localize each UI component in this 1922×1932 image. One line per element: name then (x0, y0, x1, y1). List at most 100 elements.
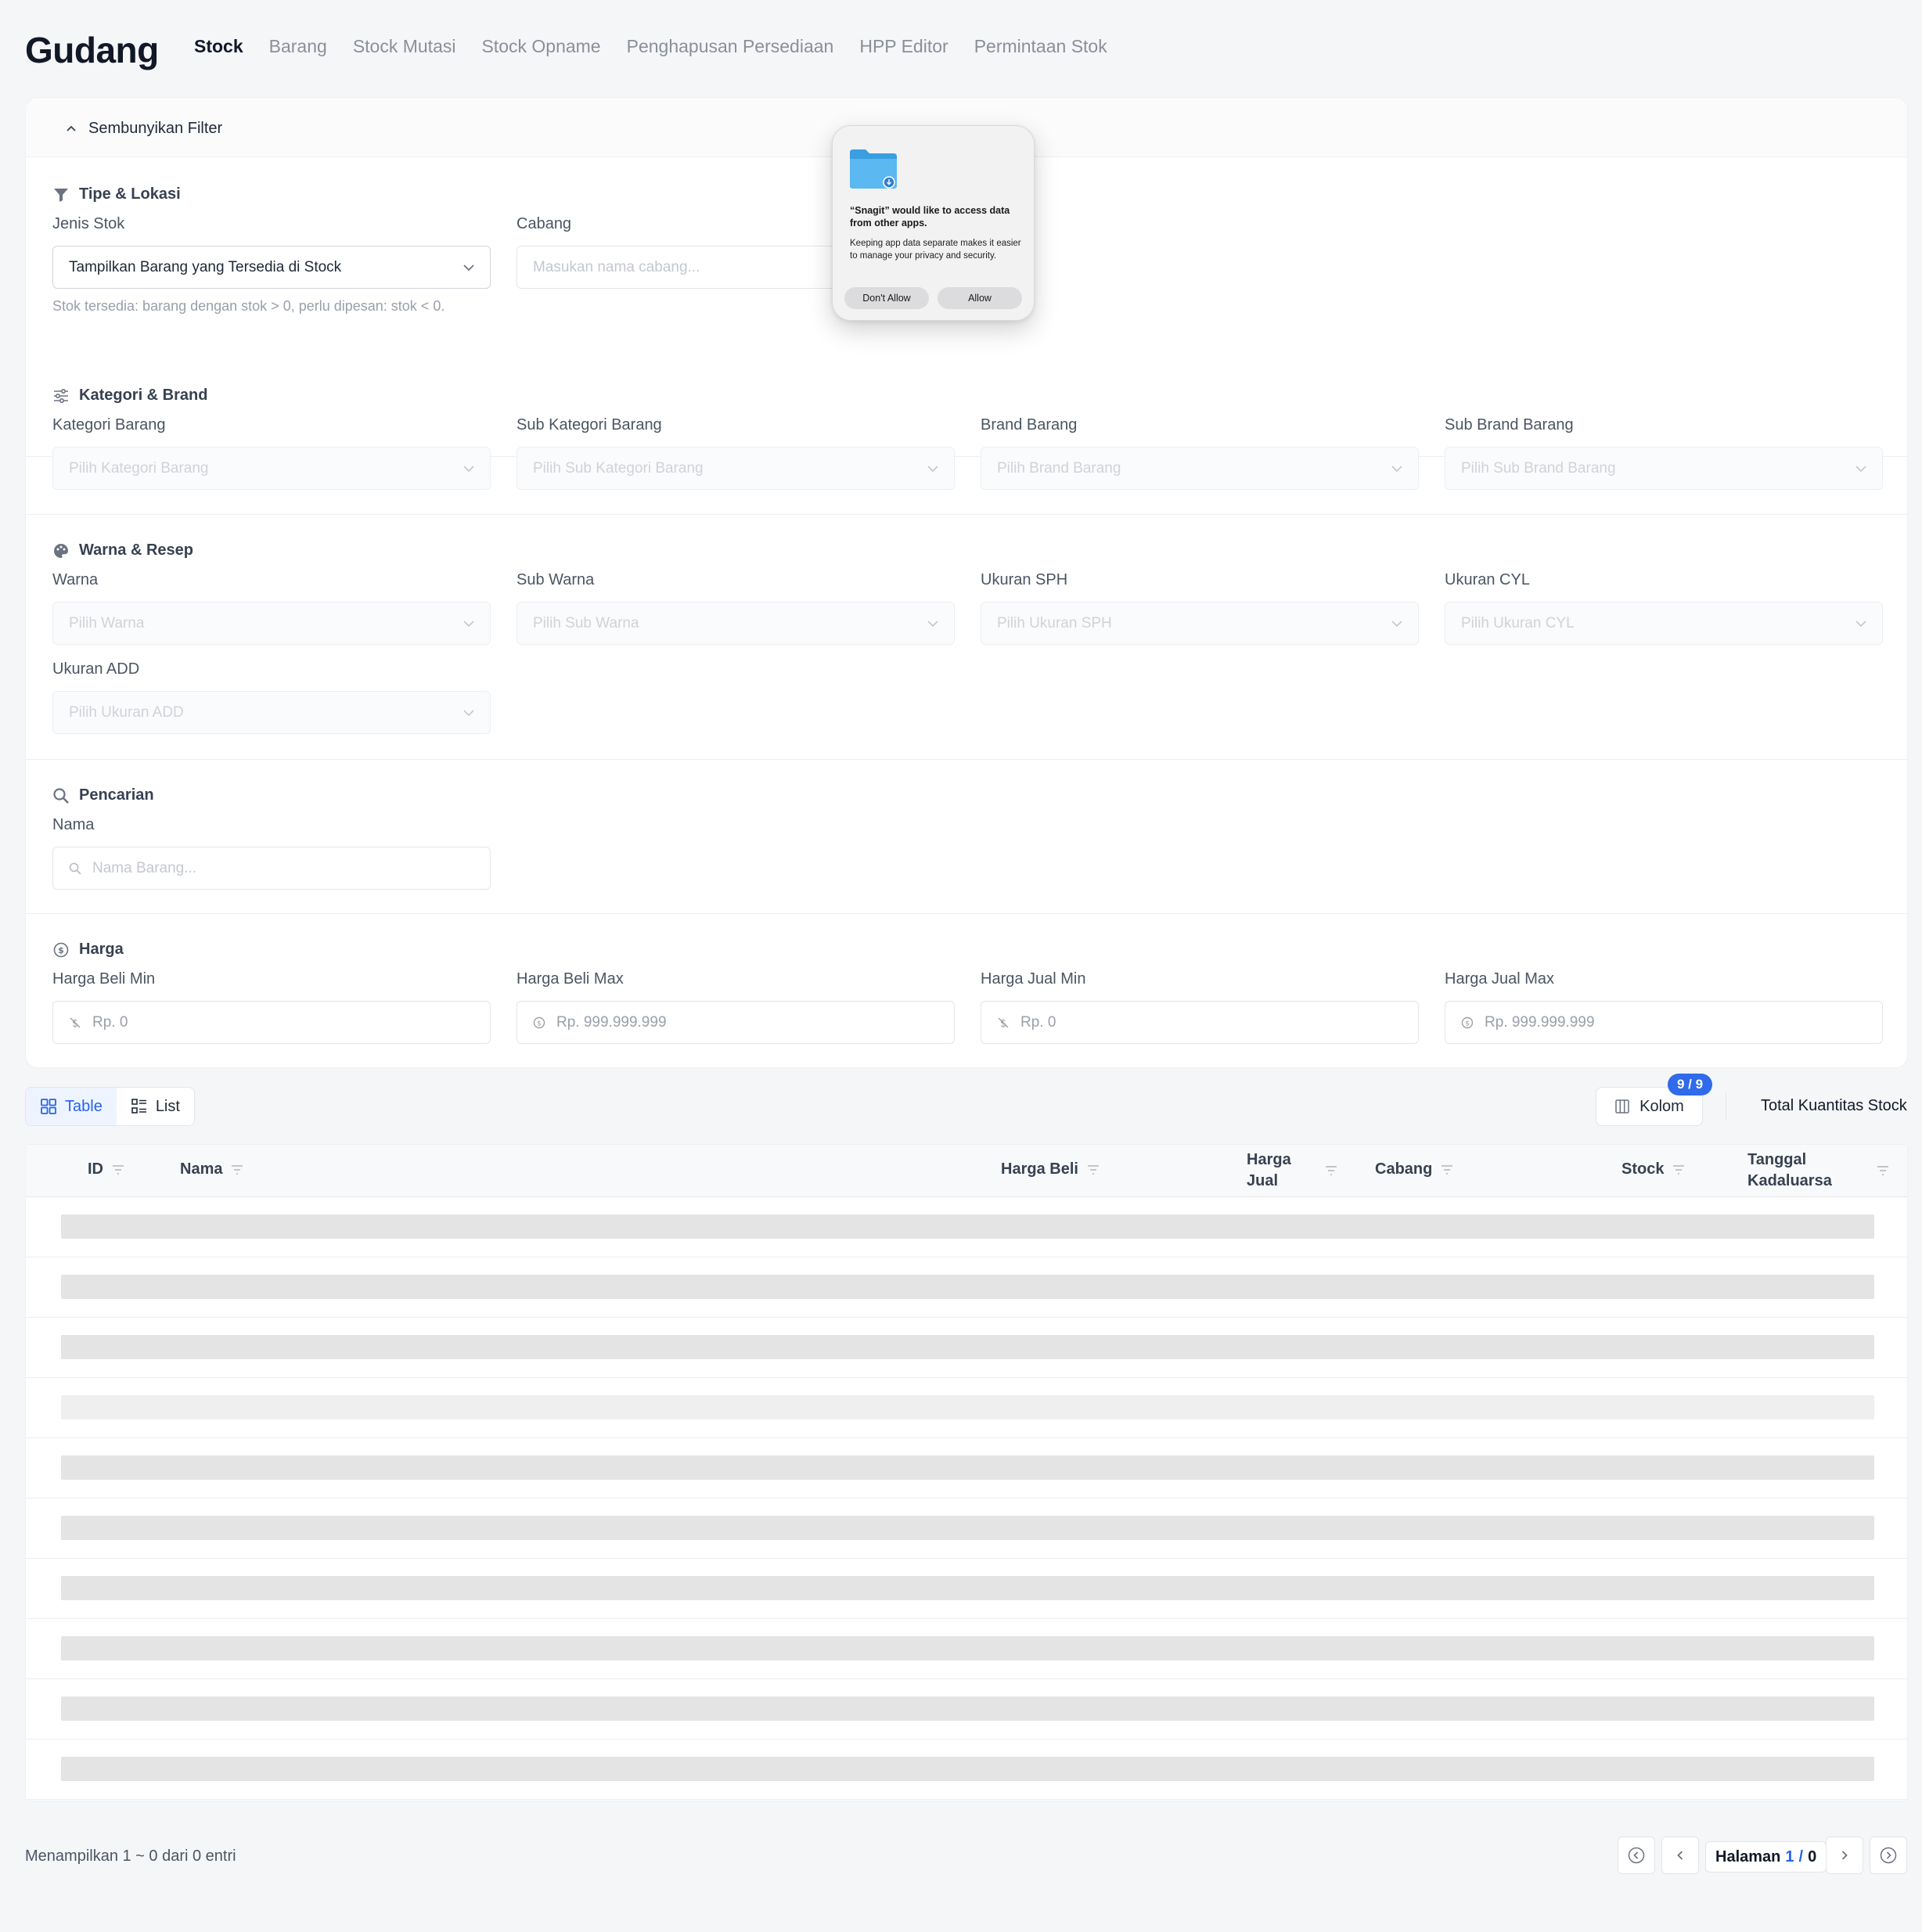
jenis-stok-select[interactable]: Tampilkan Barang yang Tersedia di Stock (52, 246, 491, 289)
loading-skeleton (61, 1275, 1874, 1299)
harga-jual-max-placeholder: Rp. 999.999.999 (1485, 1013, 1595, 1031)
harga-beli-max-input[interactable]: $ Rp. 999.999.999 (516, 1001, 955, 1044)
table-row (26, 1318, 1907, 1378)
section-harga: $ Harga Harga Beli Min $ Rp. 0 Harga Bel… (26, 914, 1907, 1069)
section-title-tipe: Tipe & Lokasi (52, 185, 181, 203)
app-title: Gudang (25, 30, 159, 70)
table-row (26, 1438, 1907, 1498)
column-harga-beli-label: Harga Beli (1001, 1160, 1078, 1178)
view-list-button[interactable]: List (117, 1088, 194, 1125)
total-quantity-label: Total Kuantitas Stock (1761, 1097, 1907, 1114)
tab-barang[interactable]: Barang (269, 36, 327, 57)
column-header-harga-beli[interactable]: Harga Beli (1001, 1160, 1100, 1178)
brand-barang-select[interactable]: Pilih Brand Barang (981, 447, 1419, 490)
warna-select[interactable]: Pilih Warna (52, 602, 491, 645)
svg-text:$: $ (58, 945, 64, 955)
grid-icon (41, 1099, 56, 1114)
sort-icon (1442, 1164, 1453, 1175)
column-header-id[interactable]: ID (88, 1160, 125, 1178)
harga-jual-max-input[interactable]: $ Rp. 999.999.999 (1445, 1001, 1883, 1044)
list-icon (131, 1099, 146, 1114)
harga-jual-max-label: Harga Jual Max (1445, 970, 1555, 988)
first-page-button[interactable] (1618, 1837, 1655, 1874)
page-indicator: Halaman 1 / 0 (1705, 1841, 1827, 1873)
column-header-cabang[interactable]: Cabang (1375, 1160, 1454, 1178)
table-row (26, 1498, 1907, 1559)
tab-penghapusan-persediaan[interactable]: Penghapusan Persediaan (627, 36, 834, 57)
jenis-stok-helper: Stok tersedia: barang dengan stok > 0, p… (52, 298, 445, 314)
section-title-kategori: Kategori & Brand (52, 387, 207, 405)
chevrons-left-circle-icon (1628, 1847, 1645, 1864)
column-tanggal-kadaluarsa-label: Tanggal Kadaluarsa (1747, 1151, 1832, 1189)
next-page-button[interactable] (1826, 1837, 1863, 1874)
brand-barang-label: Brand Barang (981, 416, 1078, 434)
nama-label: Nama (52, 816, 95, 833)
column-header-nama[interactable]: Nama (180, 1160, 244, 1178)
allow-button[interactable]: Allow (938, 287, 1022, 309)
dialog-title: “Snagit” would like to access data from … (850, 205, 1010, 228)
last-page-button[interactable] (1870, 1837, 1907, 1874)
dont-allow-button[interactable]: Don't Allow (844, 287, 929, 309)
permission-dialog: “Snagit” would like to access data from … (832, 125, 1035, 321)
kategori-barang-label: Kategori Barang (52, 416, 166, 434)
page-total: 0 (1808, 1847, 1817, 1865)
page-separator: / (1798, 1847, 1804, 1865)
sub-kategori-barang-select[interactable]: Pilih Sub Kategori Barang (516, 447, 955, 490)
sub-brand-barang-select[interactable]: Pilih Sub Brand Barang (1445, 447, 1883, 490)
columns-icon (1615, 1099, 1629, 1114)
chevron-down-icon (927, 620, 938, 627)
kolom-count-badge: 9 / 9 (1668, 1074, 1713, 1096)
main-nav: Stock Barang Stock Mutasi Stock Opname P… (194, 36, 1107, 57)
nama-search-input[interactable]: Nama Barang... (52, 847, 491, 890)
harga-jual-min-label: Harga Jual Min (981, 970, 1086, 988)
tab-stock-opname[interactable]: Stock Opname (481, 36, 600, 57)
chevron-down-icon (463, 465, 474, 472)
tab-stock[interactable]: Stock (194, 36, 243, 57)
ukuran-sph-placeholder: Pilih Ukuran SPH (997, 614, 1112, 631)
ukuran-add-select[interactable]: Pilih Ukuran ADD (52, 691, 491, 734)
dollar-off-icon: $ (70, 1017, 81, 1029)
page-header: Gudang (25, 19, 159, 81)
hide-filter-button[interactable]: Sembunyikan Filter (65, 120, 222, 138)
loading-skeleton (61, 1395, 1874, 1419)
ukuran-sph-select[interactable]: Pilih Ukuran SPH (981, 602, 1419, 645)
section-title-harga: $ Harga (52, 941, 124, 959)
section-title-tipe-text: Tipe & Lokasi (79, 185, 181, 203)
cabang-placeholder: Masukan nama cabang... (533, 258, 700, 275)
harga-jual-min-input[interactable]: $ Rp. 0 (981, 1001, 1419, 1044)
tab-permintaan-stok[interactable]: Permintaan Stok (974, 36, 1107, 57)
chevron-down-icon (463, 709, 474, 716)
chevron-up-icon (67, 125, 76, 131)
ukuran-cyl-select[interactable]: Pilih Ukuran CYL (1445, 602, 1883, 645)
table-row (26, 1619, 1907, 1679)
hide-filter-label: Sembunyikan Filter (88, 120, 223, 137)
column-id-label: ID (88, 1160, 103, 1178)
prev-page-button[interactable] (1661, 1837, 1699, 1874)
sub-kategori-barang-label: Sub Kategori Barang (516, 416, 662, 434)
harga-beli-min-input[interactable]: $ Rp. 0 (52, 1001, 491, 1044)
search-icon (53, 787, 69, 804)
sub-warna-label: Sub Warna (516, 571, 595, 588)
table-row (26, 1257, 1907, 1318)
kategori-barang-placeholder: Pilih Kategori Barang (69, 459, 209, 477)
field-warna: Warna Pilih Warna (52, 571, 491, 645)
chevron-down-icon (927, 465, 938, 472)
view-table-button[interactable]: Table (26, 1088, 117, 1125)
column-header-harga-jual[interactable]: Harga Jual (1247, 1149, 1298, 1192)
table-row (26, 1740, 1907, 1800)
section-title-kategori-text: Kategori & Brand (79, 387, 208, 404)
tab-stock-mutasi[interactable]: Stock Mutasi (353, 36, 456, 57)
field-harga-jual-max: Harga Jual Max $ Rp. 999.999.999 (1445, 970, 1883, 1044)
column-harga-jual-label: Harga Jual (1247, 1151, 1291, 1189)
page-current: 1 (1785, 1847, 1794, 1865)
column-header-tanggal-kadaluarsa[interactable]: Tanggal Kadaluarsa (1747, 1149, 1841, 1192)
tab-hpp-editor[interactable]: HPP Editor (859, 36, 948, 57)
sort-icon (1673, 1164, 1685, 1175)
section-title-harga-text: Harga (79, 941, 124, 958)
kategori-barang-select[interactable]: Pilih Kategori Barang (52, 447, 491, 490)
dialog-body: Keeping app data separate makes it easie… (850, 239, 1021, 261)
field-sub-kategori-barang: Sub Kategori Barang Pilih Sub Kategori B… (516, 416, 955, 490)
section-kategori-brand: Kategori & Brand Kategori Barang Pilih K… (26, 360, 1907, 515)
sub-warna-select[interactable]: Pilih Sub Warna (516, 602, 955, 645)
column-header-stock[interactable]: Stock (1621, 1160, 1686, 1178)
